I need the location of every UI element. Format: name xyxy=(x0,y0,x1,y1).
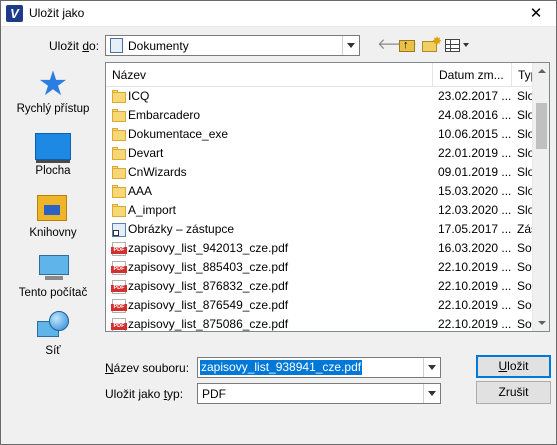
file-date: 12.03.2020 ... xyxy=(438,203,512,217)
file-date: 22.10.2019 ... xyxy=(438,317,512,331)
file-name: Dokumentace_exe xyxy=(128,127,229,141)
list-item[interactable]: AAA15.03.2020 ...Slož xyxy=(106,182,537,201)
save-in-value: Dokumenty xyxy=(128,39,189,53)
desktop-icon xyxy=(35,133,71,163)
place-this-pc[interactable]: Tento počítač xyxy=(7,247,99,305)
file-name: ICQ xyxy=(128,89,150,103)
file-date: 22.10.2019 ... xyxy=(438,260,512,274)
file-date: 24.08.2016 ... xyxy=(438,108,512,122)
chevron-down-icon[interactable] xyxy=(423,358,440,377)
libraries-icon xyxy=(35,191,71,225)
list-item[interactable]: Obrázky – zástupce 17.05.2017 ... Zás xyxy=(106,220,537,239)
file-date: 17.05.2017 ... xyxy=(438,222,512,236)
pdf-file-icon: PDF xyxy=(111,241,127,256)
chevron-down-icon[interactable] xyxy=(342,36,359,55)
folder-icon xyxy=(112,184,126,199)
pdf-file-icon: PDF xyxy=(111,317,127,331)
documents-folder-icon xyxy=(110,38,123,53)
file-date: 22.10.2019 ... xyxy=(438,279,512,293)
folder-icon xyxy=(112,146,126,161)
scroll-thumb[interactable] xyxy=(536,103,547,149)
scroll-down-icon[interactable] xyxy=(533,314,549,331)
file-date: 22.01.2019 ... xyxy=(438,146,512,160)
file-name: Obrázky – zástupce xyxy=(128,222,235,236)
list-item[interactable]: Dokumentace_exe10.06.2015 ...Slož xyxy=(106,125,537,144)
app-icon: V xyxy=(6,5,23,22)
filename-value[interactable]: zapisovy_list_938941_cze.pdf xyxy=(200,360,363,375)
list-item[interactable]: Embarcadero24.08.2016 ...Slož xyxy=(106,106,537,125)
pdf-file-icon: PDF xyxy=(111,298,127,313)
file-rows: ICQ23.02.2017 ...SložEmbarcadero24.08.20… xyxy=(106,87,537,331)
file-name: Devart xyxy=(128,146,164,160)
folder-icon xyxy=(112,127,126,142)
file-list-header: Název Datum zm... Typ xyxy=(106,63,537,87)
close-button[interactable]: ✕ xyxy=(516,1,556,27)
list-item[interactable]: PDF zapisovy_list_876549_cze.pdf 22.10.201… xyxy=(106,296,537,315)
view-menu-icon[interactable] xyxy=(445,36,473,54)
title-bar: V Uložit jako ✕ xyxy=(1,1,556,27)
dialog-title: Uložit jako xyxy=(29,6,85,20)
list-item[interactable]: PDF zapisovy_list_876832_cze.pdf 22.10.201… xyxy=(106,277,537,296)
column-header-date[interactable]: Datum zm... xyxy=(432,63,511,87)
list-item[interactable]: PDF zapisovy_list_942013_cze.pdf 16.03.202… xyxy=(106,239,537,258)
cancel-button[interactable]: Zrušit xyxy=(476,381,551,404)
up-one-level-icon[interactable]: ↑ xyxy=(399,36,415,54)
file-name: zapisovy_list_875086_cze.pdf xyxy=(128,317,289,331)
file-date: 23.02.2017 ... xyxy=(438,89,512,103)
list-item[interactable]: CnWizards09.01.2019 ...Slož xyxy=(106,163,537,182)
file-name: zapisovy_list_942013_cze.pdf xyxy=(128,241,289,255)
vertical-scrollbar[interactable] xyxy=(532,63,549,331)
filetype-value: PDF xyxy=(202,387,226,401)
back-arrow-icon[interactable]: 🡐 xyxy=(377,36,417,54)
new-folder-icon[interactable]: ✸ xyxy=(422,34,442,54)
list-item[interactable]: Devart22.01.2019 ...Slož xyxy=(106,144,537,163)
save-in-dropdown[interactable]: Dokumenty xyxy=(105,35,360,56)
pdf-file-icon: PDF xyxy=(111,260,127,275)
filetype-label: Uložit jako typ: xyxy=(105,387,184,401)
scroll-up-icon[interactable] xyxy=(533,63,549,80)
folder-icon xyxy=(112,89,126,104)
file-name: zapisovy_list_885403_cze.pdf xyxy=(128,260,289,274)
file-name: AAA xyxy=(128,184,153,198)
list-item[interactable]: PDF zapisovy_list_875086_cze.pdf 22.10.201… xyxy=(106,315,537,331)
network-icon xyxy=(35,309,71,343)
place-network[interactable]: Síť xyxy=(7,305,99,363)
place-desktop[interactable]: Plocha xyxy=(7,125,99,183)
file-name: zapisovy_list_876832_cze.pdf xyxy=(128,279,289,293)
chevron-down-icon[interactable] xyxy=(423,384,440,403)
pdf-file-icon: PDF xyxy=(111,279,127,294)
save-as-dialog: V Uložit jako ✕ Uložit do: Dokumenty 🡐 ↑… xyxy=(0,0,557,445)
file-date: 15.03.2020 ... xyxy=(438,184,512,198)
filename-field[interactable]: zapisovy_list_938941_cze.pdf xyxy=(197,357,441,378)
computer-icon xyxy=(35,251,71,285)
folder-icon xyxy=(112,203,126,218)
list-item[interactable]: A_import12.03.2020 ...Slož xyxy=(106,201,537,220)
file-date: 09.01.2019 ... xyxy=(438,165,512,179)
list-item[interactable]: PDF zapisovy_list_885403_cze.pdf 22.10.201… xyxy=(106,258,537,277)
file-date: 16.03.2020 ... xyxy=(438,241,512,255)
place-quick-access[interactable]: ★ Rychlý přístup xyxy=(7,63,99,121)
file-list[interactable]: Název Datum zm... Typ ICQ 23.02.2017 ... S… xyxy=(105,62,550,332)
file-name: Embarcadero xyxy=(128,108,201,122)
list-item[interactable]: ICQ23.02.2017 ...Slož xyxy=(106,87,537,106)
column-header-name[interactable]: Název xyxy=(106,63,432,87)
star-icon: ★ xyxy=(37,65,69,103)
filetype-dropdown[interactable]: PDF xyxy=(197,383,441,404)
save-button[interactable]: Uložit xyxy=(476,355,551,378)
folder-icon xyxy=(112,108,126,123)
save-in-label: Uložit do: xyxy=(49,39,100,53)
filename-label: Název souboru: xyxy=(105,361,190,375)
file-name: CnWizards xyxy=(128,165,187,179)
place-libraries[interactable]: Knihovny xyxy=(7,187,99,245)
file-name: zapisovy_list_876549_cze.pdf xyxy=(128,298,289,312)
places-bar: ★ Rychlý přístup Plocha Knihovny Tento p… xyxy=(7,63,99,357)
folder-icon xyxy=(112,165,126,180)
file-name: A_import xyxy=(128,203,177,217)
shortcut-icon xyxy=(112,222,126,237)
file-date: 22.10.2019 ... xyxy=(438,298,512,312)
file-date: 10.06.2015 ... xyxy=(438,127,512,141)
